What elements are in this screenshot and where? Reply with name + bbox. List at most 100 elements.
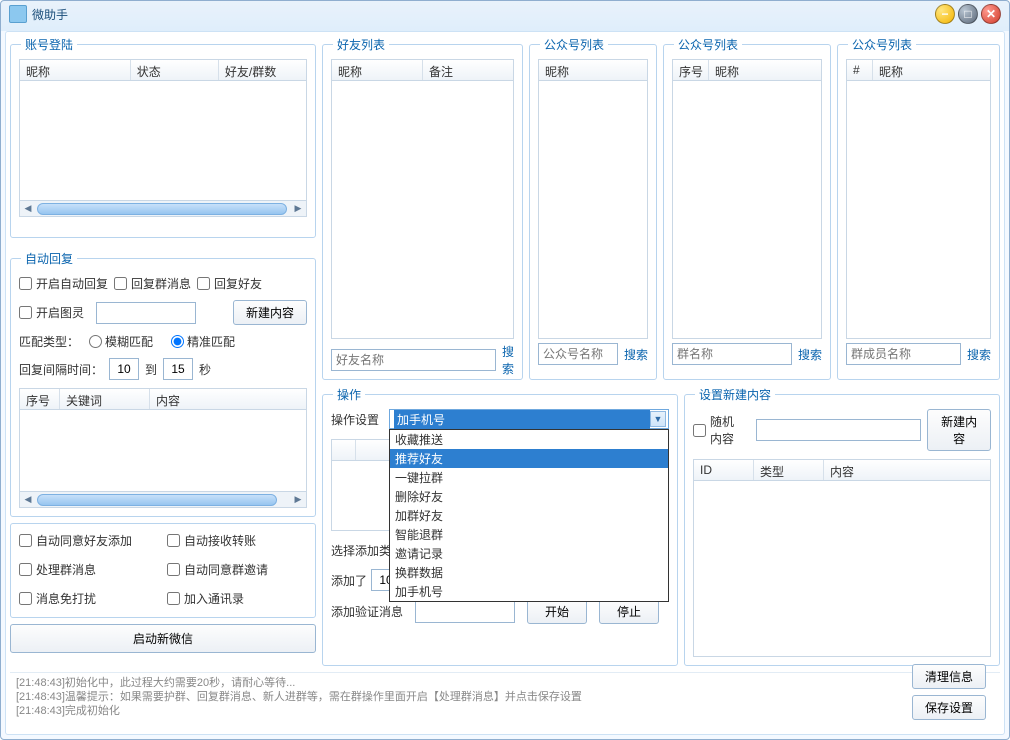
ops-group: 操作 操作设置 加手机号 ▼ 收藏推送推荐好友一键拉群删除好友加群好友智能退群邀… — [322, 386, 678, 666]
interval-label: 回复间隔时间： — [19, 361, 103, 378]
chk-reply-friend[interactable]: 回复好友 — [197, 275, 262, 292]
friends-search-link[interactable]: 搜索 — [502, 343, 514, 377]
chk-auto-agree-group[interactable]: 自动同意群邀请 — [167, 561, 301, 578]
chk-enable-autoreply[interactable]: 开启自动回复 — [19, 275, 108, 292]
login-group: 账号登陆 昵称 状态 好友/群数 ◀ ▶ — [10, 36, 316, 238]
ops-option[interactable]: 推荐好友 — [390, 449, 668, 468]
tuling-input[interactable] — [96, 302, 196, 324]
friends-title: 好友列表 — [333, 36, 389, 53]
col-nick: 昵称 — [20, 60, 131, 80]
gzh3-search-link[interactable]: 搜索 — [967, 346, 991, 363]
newcontent-group: 设置新建内容 随机内容 新建内容 ID 类型 内容 — [684, 386, 1000, 666]
ops-select[interactable]: 加手机号 ▼ 收藏推送推荐好友一键拉群删除好友加群好友智能退群邀请记录换群数据加… — [389, 409, 669, 429]
clear-info-button[interactable]: 清理信息 — [912, 664, 986, 689]
new-content-button[interactable]: 新建内容 — [233, 300, 307, 325]
chk-add-contacts[interactable]: 加入通讯录 — [167, 590, 301, 607]
col-friends: 好友/群数 — [219, 60, 306, 80]
gzh3-col-nick: 昵称 — [873, 60, 990, 80]
start-button[interactable]: 开始 — [527, 599, 587, 624]
login-table-body[interactable] — [19, 81, 307, 201]
nc-col-type: 类型 — [754, 460, 824, 480]
gzh1-search-link[interactable]: 搜索 — [624, 346, 648, 363]
maximize-icon: □ — [964, 7, 971, 21]
scroll-right-icon[interactable]: ▶ — [290, 493, 306, 507]
save-settings-button[interactable]: 保存设置 — [912, 695, 986, 720]
kw-hscrollbar[interactable]: ◀ ▶ — [19, 492, 307, 508]
minimize-icon: − — [941, 7, 948, 21]
newcontent-input[interactable] — [756, 419, 921, 441]
login-title: 账号登陆 — [21, 36, 77, 53]
gzh2-col-seq: 序号 — [673, 60, 709, 80]
kw-col-content: 内容 — [150, 389, 306, 409]
maximize-button[interactable]: □ — [958, 4, 978, 24]
autoreply-title: 自动回复 — [21, 250, 77, 267]
gzh1-title: 公众号列表 — [540, 36, 608, 53]
titlebar: 微助手 − □ ✕ — [1, 1, 1009, 27]
gzh2-group: 公众号列表 序号 昵称 搜索 — [663, 36, 831, 380]
gzh2-search-link[interactable]: 搜索 — [798, 346, 822, 363]
ops-option[interactable]: 智能退群 — [390, 525, 668, 544]
app-icon — [9, 5, 27, 23]
login-hscrollbar[interactable]: ◀ ▶ — [19, 201, 307, 217]
chk-auto-agree-friend[interactable]: 自动同意好友添加 — [19, 532, 153, 549]
interval-from-input[interactable] — [109, 358, 139, 380]
nc-col-content: 内容 — [824, 460, 990, 480]
chk-random-content[interactable]: 随机内容 — [693, 413, 744, 447]
kw-table-body[interactable] — [19, 410, 307, 492]
gzh2-table-body[interactable] — [672, 81, 822, 339]
minimize-button[interactable]: − — [935, 4, 955, 24]
friends-col-nick: 昵称 — [332, 60, 423, 80]
auto-options-group: 自动同意好友添加 自动接收转账 处理群消息 自动同意群邀请 消息免打扰 加入通讯… — [10, 523, 316, 618]
ops-option[interactable]: 一键拉群 — [390, 468, 668, 487]
interval-to-input[interactable] — [163, 358, 193, 380]
scroll-left-icon[interactable]: ◀ — [20, 202, 36, 216]
ops-option[interactable]: 收藏推送 — [390, 430, 668, 449]
friends-table-body[interactable] — [331, 81, 514, 339]
newcontent-title: 设置新建内容 — [695, 386, 775, 403]
ops-option[interactable]: 删除好友 — [390, 487, 668, 506]
autoreply-group: 自动回复 开启自动回复 回复群消息 回复好友 开启图灵 新建内容 匹配类型： — [10, 250, 316, 517]
friends-search-input[interactable] — [331, 349, 496, 371]
ops-option[interactable]: 邀请记录 — [390, 544, 668, 563]
chk-dnd[interactable]: 消息免打扰 — [19, 590, 153, 607]
gzh2-search-input[interactable] — [672, 343, 792, 365]
stop-button[interactable]: 停止 — [599, 599, 659, 624]
log-line: [21:48:43]温馨提示：如果需要护群、回复群消息、新人进群等，需在群操作里… — [16, 690, 994, 704]
col-status: 状态 — [131, 60, 219, 80]
gzh1-col-nick: 昵称 — [539, 60, 647, 80]
chk-auto-transfer[interactable]: 自动接收转账 — [167, 532, 301, 549]
close-icon: ✕ — [986, 7, 996, 21]
gzh3-col-hash: # — [847, 60, 873, 80]
ops-title: 操作 — [333, 386, 365, 403]
chk-reply-group[interactable]: 回复群消息 — [114, 275, 191, 292]
friends-col-remark: 备注 — [423, 60, 513, 80]
launch-wechat-button[interactable]: 启动新微信 — [10, 624, 316, 653]
scroll-right-icon[interactable]: ▶ — [290, 202, 306, 216]
newcontent-button[interactable]: 新建内容 — [927, 409, 991, 451]
log-area: [21:48:43]初始化中，此过程大约需要20秒，请耐心等待... [21:4… — [10, 673, 1000, 721]
chk-enable-tuling[interactable]: 开启图灵 — [19, 304, 84, 321]
login-table-header: 昵称 状态 好友/群数 — [19, 59, 307, 81]
radio-fuzzy[interactable]: 模糊匹配 — [89, 333, 153, 350]
gzh1-search-input[interactable] — [538, 343, 618, 365]
scroll-left-icon[interactable]: ◀ — [20, 493, 36, 507]
nc-table-body[interactable] — [693, 481, 991, 657]
friends-group: 好友列表 昵称 备注 搜索 — [322, 36, 523, 380]
log-line: [21:48:43]完成初始化 — [16, 704, 994, 718]
gzh3-table-body[interactable] — [846, 81, 991, 339]
chk-handle-group[interactable]: 处理群消息 — [19, 561, 153, 578]
verifymsg-label: 添加验证消息 — [331, 603, 403, 620]
ops-option[interactable]: 换群数据 — [390, 563, 668, 582]
gzh1-group: 公众号列表 昵称 搜索 — [529, 36, 657, 380]
close-button[interactable]: ✕ — [981, 4, 1001, 24]
radio-exact[interactable]: 精准匹配 — [171, 333, 235, 350]
kw-col-kw: 关键词 — [60, 389, 150, 409]
gzh3-search-input[interactable] — [846, 343, 961, 365]
ops-dropdown[interactable]: 收藏推送推荐好友一键拉群删除好友加群好友智能退群邀请记录换群数据加手机号 — [389, 429, 669, 602]
gzh1-table-body[interactable] — [538, 81, 648, 339]
chevron-down-icon: ▼ — [650, 411, 666, 427]
ops-option[interactable]: 加手机号 — [390, 582, 668, 601]
verifymsg-input[interactable] — [415, 601, 515, 623]
gzh3-group: 公众号列表 # 昵称 搜索 — [837, 36, 1000, 380]
ops-option[interactable]: 加群好友 — [390, 506, 668, 525]
